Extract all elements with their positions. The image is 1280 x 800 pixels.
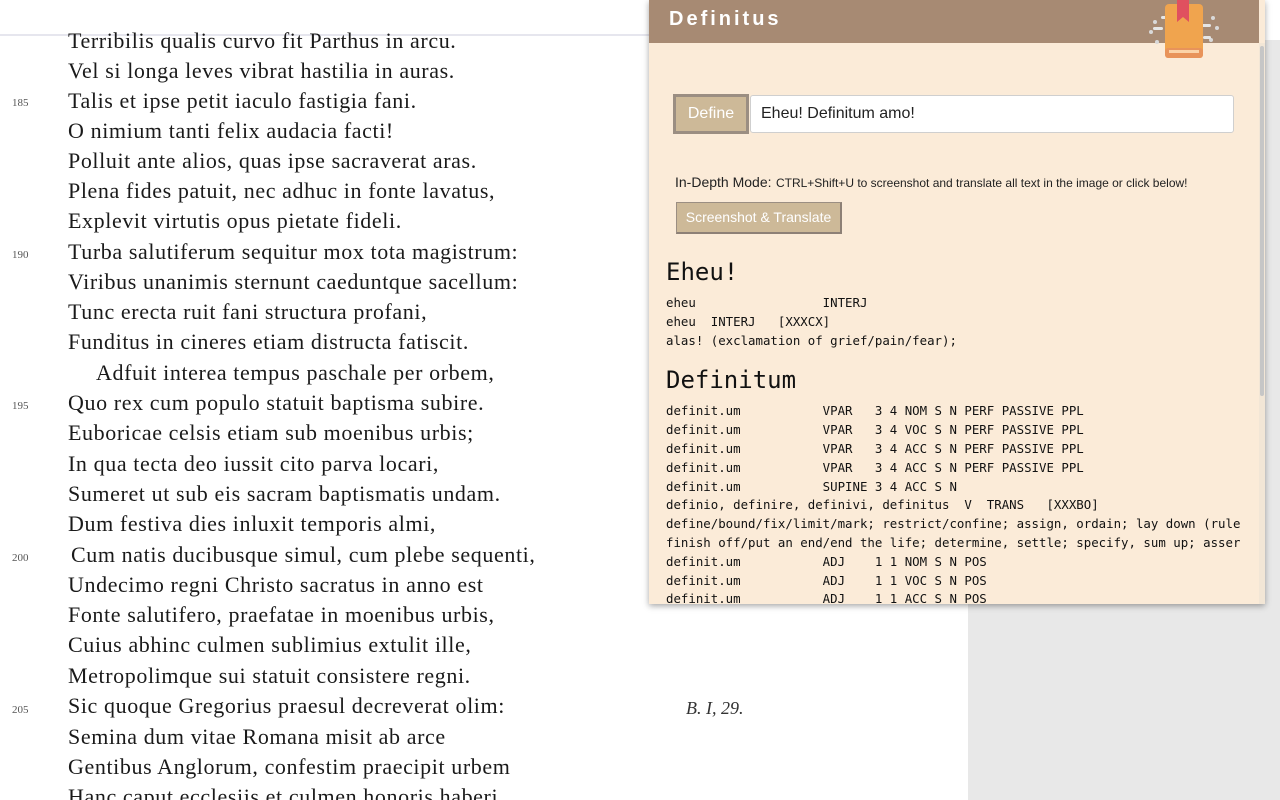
define-input[interactable] [750, 95, 1234, 133]
page-line: Tunc erecta ruit fani structura profani, [68, 299, 428, 324]
indepth-mode-text: In-Depth Mode: CTRL+Shift+U to screensho… [675, 174, 1188, 192]
result-line: definit.um ADJ 1 1 NOM S N POS [666, 553, 987, 569]
page-line: O nimium tanti felix audacia facti! [68, 118, 394, 143]
page-line: Sumeret ut sub eis sacram baptismatis un… [68, 481, 501, 506]
result-line: finish off/put an end/end the life; dete… [666, 534, 1241, 550]
screenshot-translate-button[interactable]: Screenshot & Translate [676, 202, 842, 234]
page-line: Terribilis qualis curvo fit Parthus in a… [68, 28, 457, 53]
result-word-heading: Definitum [666, 366, 797, 395]
page-line: Viribus unanimis sternunt caeduntque sac… [68, 269, 519, 294]
page-line: Gentibus Anglorum, confestim praecipit u… [68, 754, 511, 779]
page-reference: B. I, 29. [686, 698, 744, 718]
line-number: 200 [12, 552, 29, 564]
page-line: Plena fides patuit, nec adhuc in fonte l… [68, 178, 496, 203]
result-line: alas! (exclamation of grief/pain/fear); [666, 332, 957, 348]
result-line: definit.um ADJ 1 1 VOC S N POS [666, 572, 987, 588]
result-line: eheu INTERJ [XXXCX] [666, 313, 831, 329]
line-number: 205 [12, 704, 29, 716]
page-line: Turba salutiferum sequitur mox tota magi… [68, 239, 519, 264]
result-line: definit.um ADJ 1 1 ACC S N POS [666, 591, 987, 604]
page-line: Sic quoque Gregorius praesul decreverat … [68, 693, 505, 718]
popup-scrollbar-thumb[interactable] [1260, 46, 1264, 396]
result-line: definit.um VPAR 3 4 NOM S N PERF PASSIVE… [666, 403, 1084, 419]
page-line: Polluit ante alios, quas ipse sacraverat… [68, 148, 477, 173]
page-line: Talis et ipse petit iaculo fastigia fani… [68, 88, 417, 113]
page-line: Semina dum vitae Romana misit ab arce [68, 724, 446, 749]
definitus-popup: Definitus Define In-Depth Mode: CTRL+Shi… [649, 0, 1265, 604]
page-line: Adfuit interea tempus paschale per orbem… [96, 360, 495, 385]
page-line: Euboricae celsis etiam sub moenibus urbi… [68, 420, 474, 445]
page-line: Metropolimque sui statuit consistere reg… [68, 663, 471, 688]
indepth-help: CTRL+Shift+U to screenshot and translate… [775, 176, 1188, 190]
result-line: definit.um SUPINE 3 4 ACC S N [666, 478, 957, 494]
definition-results[interactable]: Eheu! eheu INTERJ eheu INTERJ [XXXCX] al… [666, 252, 1252, 604]
line-number: 190 [12, 249, 29, 261]
page-line: In qua tecta deo iussit cito parva locar… [68, 451, 439, 476]
page-line: Funditus in cineres etiam distructa fati… [68, 329, 469, 354]
page-line: Cum natis ducibusque simul, cum plebe se… [71, 542, 536, 567]
result-line: eheu INTERJ [666, 295, 868, 310]
page-line: Undecimo regni Christo sacratus in anno … [68, 572, 484, 597]
result-line: definit.um VPAR 3 4 VOC S N PERF PASSIVE… [666, 422, 1084, 438]
book-bookmark-icon [1149, 0, 1219, 58]
result-line: define/bound/fix/limit/mark; restrict/co… [666, 516, 1241, 532]
popup-title: Definitus [669, 8, 782, 30]
page-line: Quo rex cum populo statuit baptisma subi… [68, 390, 485, 415]
page-line: Vel si longa leves vibrat hastilia in au… [68, 58, 455, 83]
page-line: Cuius abhinc culmen sublimius extulit il… [68, 632, 472, 657]
result-line: definio, definire, definivi, definitus V… [666, 497, 1099, 513]
define-button[interactable]: Define [673, 94, 749, 134]
indepth-label: In-Depth Mode: [675, 174, 772, 190]
line-number: 185 [12, 97, 29, 109]
result-word-heading: Eheu! [666, 258, 739, 286]
result-line: definit.um VPAR 3 4 ACC S N PERF PASSIVE… [666, 459, 1084, 475]
page-line: Fonte salutifero, praefatae in moenibus … [68, 602, 495, 627]
line-number: 195 [12, 400, 29, 412]
result-line: definit.um VPAR 3 4 ACC S N PERF PASSIVE… [666, 440, 1084, 456]
page-line: Hanc caput ecclesiis et culmen honoris h… [68, 784, 499, 800]
page-line: Explevit virtutis opus pietate fideli. [68, 208, 402, 233]
page-line: Dum festiva dies inluxit temporis almi, [68, 511, 437, 536]
